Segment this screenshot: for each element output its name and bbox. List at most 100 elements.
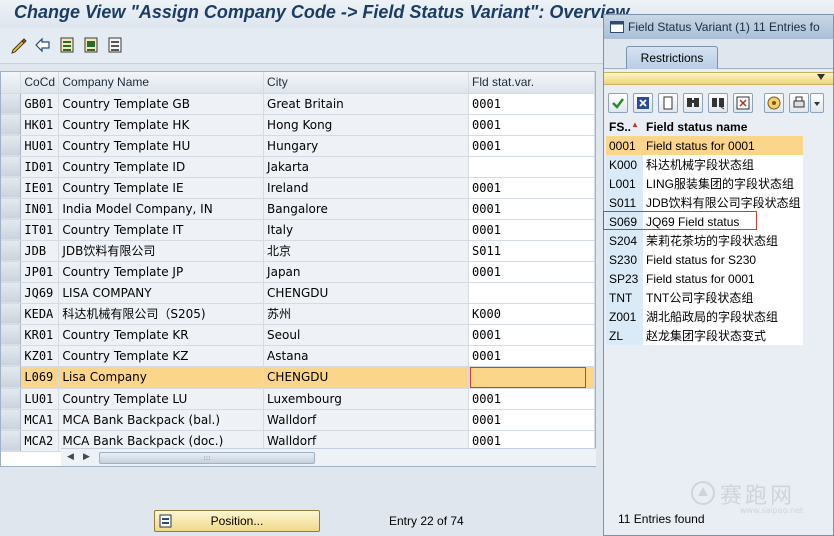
cell-field-status-variant[interactable] [468, 156, 595, 178]
column-header-city[interactable]: City [263, 72, 470, 94]
cell-field-status-variant[interactable]: 0001 [468, 219, 595, 241]
table-row[interactable]: LU01 Country Template LU Luxembourg 0001 [1, 388, 595, 410]
cell-field-status-variant[interactable]: 0001 [468, 261, 595, 283]
cell-field-status-variant[interactable]: K000 [468, 303, 595, 325]
cell-field-status-key[interactable]: S204 [606, 231, 643, 250]
deselect-icon[interactable] [106, 36, 124, 54]
print-icon[interactable] [789, 93, 809, 113]
cell-field-status-name[interactable]: Field status for S230 [643, 250, 803, 269]
table-row[interactable]: ID01 Country Template ID Jakarta [1, 156, 595, 178]
cell-field-status-variant[interactable]: 0001 [468, 388, 595, 410]
table-row[interactable]: JQ69 LISA COMPANY CHENGDU [1, 282, 595, 304]
checkmark-icon[interactable] [608, 93, 628, 113]
cell-field-status-key[interactable]: TNT [606, 288, 643, 307]
table-row[interactable]: HU01 Country Template HU Hungary 0001 [1, 135, 595, 157]
value-list-row[interactable]: S011 JDB饮料有限公司字段状态组 [606, 193, 803, 212]
row-selector[interactable] [1, 156, 22, 178]
cell-field-status-name[interactable]: Field status for 0001 [643, 269, 803, 288]
cell-field-status-variant[interactable]: 0001 [468, 409, 595, 431]
row-selector[interactable] [1, 135, 22, 157]
cell-field-status-key[interactable]: K000 [606, 155, 643, 174]
cell-field-status-key[interactable]: ZL [606, 326, 643, 345]
table-row[interactable]: IE01 Country Template IE Ireland 0001 [1, 177, 595, 199]
table-row[interactable]: MCA1 MCA Bank Backpack (bal.) Walldorf 0001 [1, 409, 595, 431]
scroll-left-icon[interactable]: ◀ [67, 452, 74, 462]
cell-field-status-variant[interactable]: 0001 [468, 198, 595, 220]
value-list-row[interactable]: TNT TNT公司字段状态组 [606, 288, 803, 307]
row-selector[interactable] [1, 219, 22, 241]
table-row[interactable]: KEDA 科达机械有限公司（S205) 苏州 K000 [1, 303, 595, 325]
table-row[interactable]: KR01 Country Template KR Seoul 0001 [1, 324, 595, 346]
table-row[interactable]: KZ01 Country Template KZ Astana 0001 [1, 345, 595, 367]
column-header-field-status-variant[interactable]: Fld stat.var. [468, 72, 595, 94]
value-list-row[interactable]: Z001 湖北船政局的字段状态组 [606, 307, 803, 326]
value-list-row[interactable]: ZL 赵龙集团字段状态变式 [606, 326, 803, 345]
row-selector[interactable] [1, 282, 22, 304]
column-header-cocd[interactable]: CoCd [20, 72, 60, 94]
scroll-thumb[interactable]: ::: [99, 452, 315, 464]
table-row[interactable]: HK01 Country Template HK Hong Kong 0001 [1, 114, 595, 136]
cell-field-status-variant[interactable]: 0001 [468, 324, 595, 346]
table-row[interactable]: JDB JDB饮料有限公司 北京 S011 [1, 240, 595, 262]
scroll-right-icon[interactable]: ▶ [83, 452, 90, 462]
new-icon[interactable] [658, 93, 678, 113]
table-row[interactable]: IT01 Country Template IT Italy 0001 [1, 219, 595, 241]
cell-field-status-variant[interactable]: 0001 [468, 177, 595, 199]
value-list-row[interactable]: K000 科达机械字段状态组 [606, 155, 803, 174]
cell-field-status-key[interactable]: 0001 [606, 136, 643, 155]
row-selector[interactable] [1, 409, 22, 431]
cell-field-status-variant[interactable]: S011 [468, 240, 595, 262]
cell-field-status-name[interactable]: Field status for 0001 [643, 136, 803, 155]
select-all-header[interactable] [1, 72, 22, 94]
field-status-variant-input[interactable] [470, 366, 587, 387]
row-selector[interactable] [1, 324, 22, 346]
cell-field-status-variant[interactable]: 0001 [468, 345, 595, 367]
cell-field-status-key[interactable]: S069 [606, 212, 643, 231]
table-row[interactable]: IN01 India Model Company, IN Bangalore 0001 [1, 198, 595, 220]
row-selector[interactable] [1, 303, 22, 325]
value-list-row[interactable]: S069 JQ69 Field status [606, 212, 803, 231]
cell-field-status-name[interactable]: 赵龙集团字段状态变式 [643, 326, 803, 345]
row-selector[interactable] [1, 430, 22, 452]
row-selector[interactable] [1, 261, 22, 283]
value-list-row[interactable]: L001 LING服装集团的字段状态组 [606, 174, 803, 193]
cell-field-status-key[interactable]: SP23 [606, 269, 643, 288]
sort-icon[interactable] [733, 93, 753, 113]
cell-field-status-variant[interactable] [468, 282, 595, 304]
find-next-icon[interactable] [708, 93, 728, 113]
cell-field-status-name[interactable]: 科达机械字段状态组 [643, 155, 803, 174]
popup-title-bar[interactable]: Field Status Variant (1) 11 Entries fo [604, 15, 833, 39]
column-header-fs[interactable]: FS..▲ [606, 117, 643, 136]
value-list-row[interactable]: S204 茉莉花茶坊的字段状态组 [606, 231, 803, 250]
row-selector[interactable] [1, 93, 22, 115]
cancel-icon[interactable] [633, 93, 653, 113]
row-selector[interactable] [1, 240, 22, 262]
cell-field-status-name[interactable]: 茉莉花茶坊的字段状态组 [643, 231, 803, 250]
restrictions-bar[interactable] [604, 72, 833, 85]
cell-field-status-key[interactable]: S230 [606, 250, 643, 269]
cell-field-status-name[interactable]: JQ69 Field status [643, 212, 803, 231]
value-list-row[interactable]: 0001 Field status for 0001 [606, 136, 803, 155]
cell-field-status-name[interactable]: JDB饮料有限公司字段状态组 [643, 193, 803, 212]
row-selector[interactable] [1, 177, 22, 199]
cell-field-status-variant[interactable]: 0001 [468, 93, 595, 115]
cell-field-status-variant[interactable]: 0001 [468, 135, 595, 157]
row-selector[interactable] [1, 345, 22, 367]
table-row[interactable]: GB01 Country Template GB Great Britain 0001 [1, 93, 595, 115]
select-block-icon[interactable] [82, 36, 100, 54]
select-all-icon[interactable] [58, 36, 76, 54]
table-row[interactable]: L069 Lisa Company CHENGDU [1, 366, 595, 389]
horizontal-scrollbar[interactable]: ◀ ▶ ::: [61, 448, 596, 466]
find-icon[interactable] [683, 93, 703, 113]
expand-arrow-icon[interactable] [817, 74, 825, 80]
row-selector[interactable] [1, 114, 22, 136]
cell-field-status-name[interactable]: TNT公司字段状态组 [643, 288, 803, 307]
cell-field-status-key[interactable]: Z001 [606, 307, 643, 326]
info-icon[interactable] [764, 93, 784, 113]
cell-field-status-variant[interactable]: 0001 [468, 114, 595, 136]
tab-restrictions[interactable]: Restrictions [626, 46, 718, 69]
cell-field-status-key[interactable]: L001 [606, 174, 643, 193]
table-row[interactable]: JP01 Country Template JP Japan 0001 [1, 261, 595, 283]
position-button[interactable]: Position... [154, 510, 320, 532]
dropdown-icon[interactable] [810, 93, 824, 113]
